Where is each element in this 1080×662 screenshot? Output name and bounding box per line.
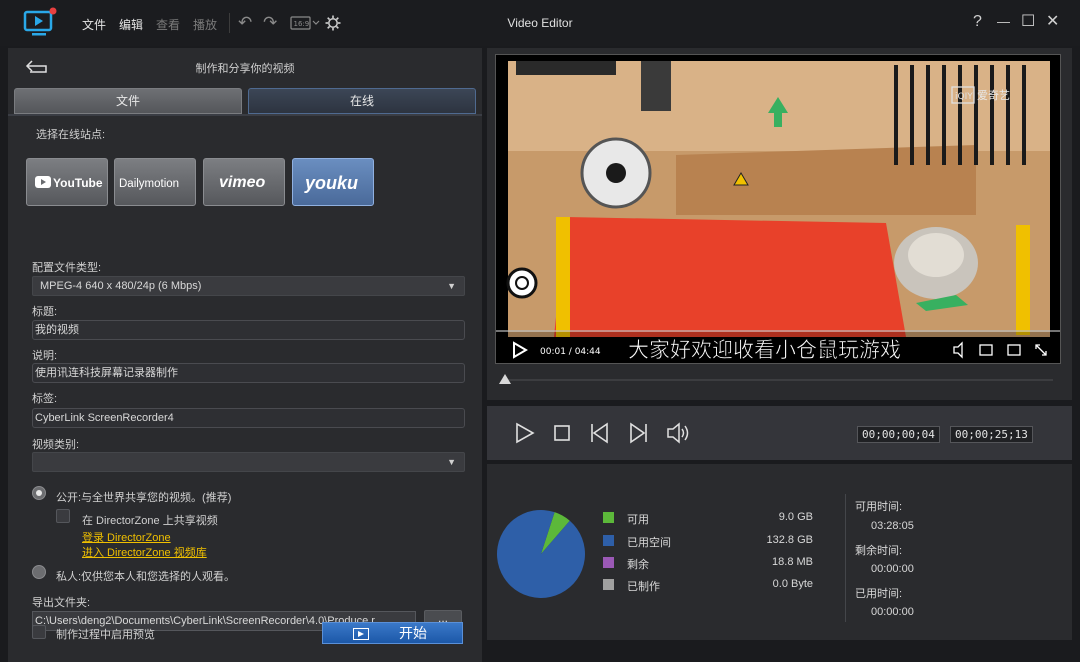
vimeo-button[interactable]: vimeo: [203, 158, 285, 206]
remaining-time-value: 00:00:00: [871, 563, 914, 575]
tags-label: 标签:: [32, 393, 58, 405]
description-input[interactable]: 使用讯连科技屏幕记录器制作: [32, 363, 465, 383]
play-icon[interactable]: [511, 420, 537, 446]
preview-checkbox[interactable]: [32, 625, 46, 639]
export-folder-label: 导出文件夹:: [32, 597, 91, 609]
start-button[interactable]: 开始: [322, 622, 463, 644]
directorzone-library-link[interactable]: 进入 DirectorZone 视频库: [82, 544, 207, 560]
youtube-text: YouTube: [53, 176, 103, 190]
toolbar-separator: [229, 13, 230, 33]
menu-play[interactable]: 播放: [193, 16, 217, 33]
video-watermark: 爱奇艺: [977, 89, 1010, 102]
preview-label: 制作过程中启用预览: [56, 629, 155, 641]
vimeo-text: vimeo: [219, 174, 265, 191]
close-button[interactable]: ✕: [1046, 13, 1059, 31]
public-radio[interactable]: [32, 486, 46, 500]
tab-divider: [8, 114, 482, 116]
redo-icon[interactable]: ↷: [263, 13, 277, 33]
dailymotion-logo-icon: Dailymotion: [119, 178, 179, 190]
used-time-value: 00:00:00: [871, 606, 914, 618]
vimeo-logo-icon: vimeo: [219, 174, 265, 191]
dailymotion-text: Dailymotion: [119, 178, 179, 190]
tags-input[interactable]: CyberLink ScreenRecorder4: [32, 408, 465, 428]
public-label: 公开:与全世界共享您的视频。(推荐): [56, 492, 232, 504]
previous-frame-icon[interactable]: [587, 420, 613, 446]
site-label: 选择在线站点:: [36, 129, 106, 141]
title-bar: 文件 编辑 查看 播放 ↶ ↷ 16:9 Video Editor ? — ☐ …: [0, 0, 1080, 46]
category-select[interactable]: ▼: [32, 452, 465, 472]
profile-value: MPEG-4 640 x 480/24p (6 Mbps): [40, 280, 202, 292]
tab-file[interactable]: 文件: [14, 88, 242, 114]
login-directorzone-link[interactable]: 登录 DirectorZone: [82, 529, 171, 545]
video-subtitle: 大家好欢迎收看小仓鼠玩游戏: [628, 338, 901, 362]
seek-thumb[interactable]: [499, 374, 511, 384]
legend-swatch: [603, 579, 614, 590]
undo-icon[interactable]: ↶: [238, 13, 252, 33]
title-label: 标题:: [32, 306, 58, 318]
svg-text:16:9: 16:9: [294, 20, 310, 28]
legend-swatch: [603, 512, 614, 523]
app-logo-icon: [23, 7, 57, 36]
menu-view[interactable]: 查看: [156, 16, 180, 33]
minimize-button[interactable]: —: [997, 13, 1010, 31]
legend-value: 9.0 GB: [778, 511, 813, 523]
svg-text:iQIYI: iQIYI: [955, 92, 975, 102]
available-time-value: 03:28:05: [871, 520, 914, 532]
video-preview[interactable]: iQIYI 爱奇艺 00:01 / 04:44 大家好欢迎收看小仓鼠玩游戏: [495, 54, 1061, 364]
private-label: 私人:仅供您本人和您选择的人观看。: [56, 571, 236, 583]
dropdown-arrow-icon: ▼: [447, 281, 456, 291]
total-timecode: 00;00;25;13: [950, 426, 1033, 443]
disk-space-panel: 可用 9.0 GB 已用空间 132.8 GB 剩余 18.8 MB 已制作 0.0 Byte…: [487, 464, 1072, 640]
directorzone-share-checkbox[interactable]: [56, 509, 70, 523]
maximize-button[interactable]: ☐: [1021, 13, 1035, 31]
menu-edit[interactable]: 编辑: [119, 16, 143, 33]
next-frame-icon[interactable]: [625, 420, 651, 446]
seek-bar[interactable]: [503, 379, 1053, 381]
remaining-time-label: 剩余时间:: [855, 545, 903, 557]
youku-button[interactable]: youku: [292, 158, 374, 206]
video-frame-image: iQIYI 爱奇艺 00:01 / 04:44 大家好欢迎收看小仓鼠玩游戏: [496, 61, 1060, 363]
youku-text: youku: [304, 173, 358, 193]
legend-label: 可用: [627, 514, 649, 526]
category-label: 视频类别:: [32, 439, 80, 451]
volume-icon[interactable]: [665, 420, 691, 446]
legend-label: 剩余: [627, 559, 649, 571]
playback-controls: 00;00;00;04 00;00;25;13: [487, 406, 1072, 460]
disk-divider: [845, 494, 846, 622]
settings-gear-icon[interactable]: [325, 15, 341, 31]
legend-swatch: [603, 557, 614, 568]
profile-select[interactable]: MPEG-4 640 x 480/24p (6 Mbps) ▼: [32, 276, 465, 296]
profile-label: 配置文件类型:: [32, 262, 102, 274]
legend-swatch: [603, 535, 614, 546]
current-timecode: 00;00;00;04: [857, 426, 940, 443]
start-label: 开始: [399, 625, 427, 641]
menu-file[interactable]: 文件: [82, 16, 106, 33]
stop-icon[interactable]: [549, 420, 575, 446]
disk-usage-pie-chart: [497, 510, 585, 598]
description-label: 说明:: [32, 350, 58, 362]
dailymotion-button[interactable]: Dailymotion: [114, 158, 196, 206]
legend-label: 已用空间: [627, 537, 671, 549]
dropdown-arrow-icon: ▼: [447, 457, 456, 467]
available-time-label: 可用时间:: [855, 501, 903, 513]
tab-online[interactable]: 在线: [248, 88, 476, 114]
panel-title: 制作和分享你的视频: [195, 63, 295, 75]
legend-value: 18.8 MB: [772, 556, 813, 568]
preview-panel: iQIYI 爱奇艺 00:01 / 04:44 大家好欢迎收看小仓鼠玩游戏: [487, 48, 1072, 400]
legend-label: 已制作: [627, 581, 660, 593]
legend-value: 132.8 GB: [766, 534, 813, 546]
used-time-label: 已用时间:: [855, 588, 903, 600]
video-time-overlay: 00:01 / 04:44: [540, 347, 601, 357]
produce-share-panel: 制作和分享你的视频 文件 在线 选择在线站点: YouTube Dailymot…: [8, 48, 482, 662]
youtube-logo-icon: YouTube: [35, 176, 103, 190]
produce-icon: [353, 628, 369, 640]
directorzone-share-label: 在 DirectorZone 上共享视频: [82, 515, 218, 527]
legend-value: 0.0 Byte: [772, 578, 813, 590]
title-input[interactable]: 我的视频: [32, 320, 465, 340]
private-radio[interactable]: [32, 565, 46, 579]
youtube-button[interactable]: YouTube: [26, 158, 108, 206]
aspect-ratio-icon[interactable]: 16:9: [290, 15, 320, 31]
help-button[interactable]: ?: [973, 13, 982, 31]
youku-logo-icon: youku: [304, 173, 358, 193]
